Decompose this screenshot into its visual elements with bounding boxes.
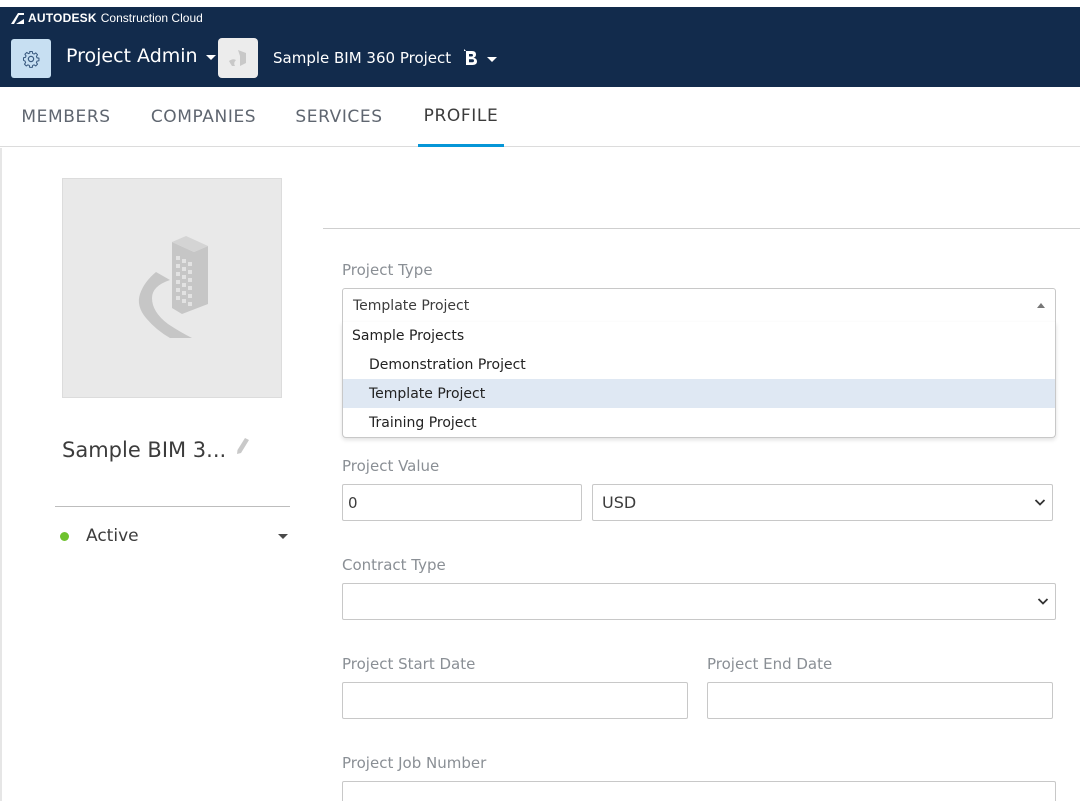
module-label: Project Admin — [66, 45, 198, 67]
job-number-label: Project Job Number — [342, 754, 487, 772]
brand-name: AUTODESK — [28, 11, 97, 25]
start-date-label: Project Start Date — [342, 655, 476, 673]
building-placeholder-icon — [138, 236, 208, 338]
chevron-down-icon — [487, 57, 498, 62]
left-edge — [0, 148, 2, 801]
brand-product: Construction Cloud — [100, 11, 203, 25]
end-date-input[interactable] — [707, 682, 1053, 719]
tab-services[interactable]: SERVICES — [295, 87, 382, 147]
tab-members[interactable]: MEMBERS — [21, 87, 110, 147]
gear-icon — [22, 50, 40, 68]
chevron-down-icon — [278, 534, 288, 539]
option-template-project[interactable]: Template Project — [343, 379, 1055, 408]
tab-profile[interactable]: PROFILE — [418, 87, 504, 147]
chevron-down-icon — [205, 55, 216, 60]
building-icon — [229, 50, 246, 66]
contract-type-label: Contract Type — [342, 556, 446, 574]
bim360-b-icon — [463, 48, 479, 68]
project-name: Sample BIM 360 Project — [273, 49, 452, 67]
currency-select[interactable]: USD — [592, 484, 1053, 521]
project-value-label: Project Value — [342, 457, 440, 475]
chevron-down-icon — [1034, 499, 1046, 506]
tab-companies[interactable]: COMPANIES — [151, 87, 256, 147]
profile-project-name: Sample BIM 3... — [62, 438, 250, 462]
project-type-label: Project Type — [342, 261, 433, 279]
project-selector[interactable]: Sample BIM 360 Project — [273, 48, 498, 68]
project-value-text: 0 — [348, 493, 358, 512]
project-value-input[interactable]: 0 — [342, 484, 582, 521]
job-number-input[interactable] — [342, 781, 1056, 801]
project-type-value: Template Project — [353, 297, 470, 314]
tab-bar: MEMBERS COMPANIES SERVICES PROFILE — [0, 87, 1080, 147]
status-dropdown[interactable]: Active — [60, 524, 290, 548]
module-selector[interactable]: Project Admin — [66, 45, 216, 67]
option-training-project[interactable]: Training Project — [343, 408, 1055, 437]
project-image[interactable] — [62, 178, 282, 398]
start-date-input[interactable] — [342, 682, 688, 719]
project-type-select[interactable]: Template Project — [342, 288, 1056, 323]
left-divider — [55, 506, 290, 507]
chevron-down-icon — [1037, 598, 1049, 605]
settings-button[interactable] — [11, 39, 51, 78]
profile-name-text: Sample BIM 3... — [62, 438, 227, 462]
top-header: AUTODESK Construction Cloud Project Admi… — [0, 7, 1080, 87]
end-date-label: Project End Date — [707, 655, 833, 673]
autodesk-logo-icon — [11, 12, 24, 24]
project-thumbnail — [218, 38, 258, 78]
section-divider — [323, 228, 1080, 229]
project-type-dropdown: Sample Projects Demonstration Project Te… — [342, 322, 1056, 438]
contract-type-select[interactable] — [342, 583, 1056, 620]
option-demonstration-project[interactable]: Demonstration Project — [343, 350, 1055, 379]
currency-value: USD — [602, 493, 637, 512]
status-dot-icon — [60, 531, 69, 541]
pencil-icon[interactable] — [236, 437, 250, 455]
status-label: Active — [86, 526, 139, 546]
brand-logo: AUTODESK Construction Cloud — [11, 11, 203, 25]
chevron-up-icon — [1037, 303, 1045, 308]
dropdown-group-label: Sample Projects — [352, 328, 465, 344]
